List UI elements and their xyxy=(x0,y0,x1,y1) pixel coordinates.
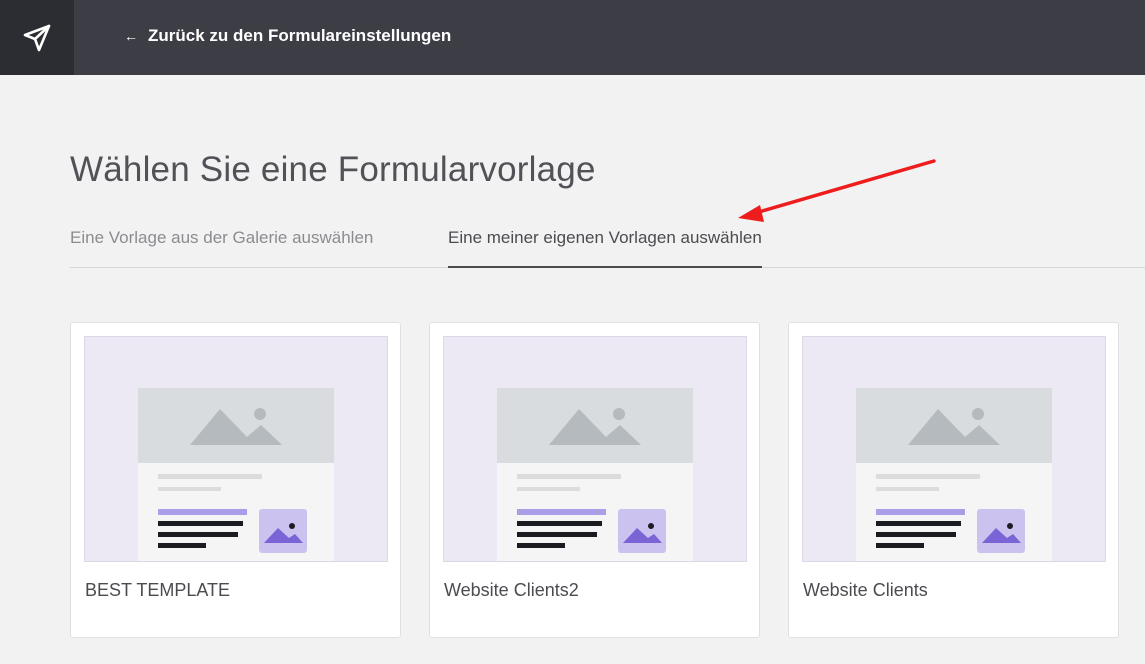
template-thumbnail xyxy=(802,336,1106,562)
template-card[interactable]: Website Clients2 xyxy=(429,322,760,638)
form-preview-illustration xyxy=(856,388,1052,561)
back-arrow-icon: ← xyxy=(124,28,138,44)
tab-own-templates[interactable]: Eine meiner eigenen Vorlagen auswählen xyxy=(448,228,762,268)
form-preview-illustration xyxy=(497,388,693,561)
tab-gallery-templates[interactable]: Eine Vorlage aus der Galerie auswählen xyxy=(70,228,373,268)
back-link-label: Zurück zu den Formulareinstellungen xyxy=(148,26,452,45)
template-card[interactable]: Website Clients xyxy=(788,322,1119,638)
page-title: Wählen Sie eine Formularvorlage xyxy=(70,150,596,189)
template-name: Website Clients xyxy=(803,580,928,600)
template-name: BEST TEMPLATE xyxy=(85,580,231,600)
logo[interactable] xyxy=(0,0,74,75)
template-source-tabs: Eine Vorlage aus der Galerie auswählen E… xyxy=(70,228,1145,268)
paper-plane-icon xyxy=(23,24,51,51)
template-card[interactable]: BEST TEMPLATE xyxy=(70,322,401,638)
template-thumbnail xyxy=(443,336,747,562)
form-preview-illustration xyxy=(138,388,334,561)
template-thumbnail xyxy=(84,336,388,562)
back-to-form-settings-link[interactable]: ← Zurück zu den Formulareinstellungen xyxy=(124,26,451,46)
template-name: Website Clients2 xyxy=(444,580,579,600)
top-bar: ← Zurück zu den Formulareinstellungen xyxy=(0,0,1145,75)
